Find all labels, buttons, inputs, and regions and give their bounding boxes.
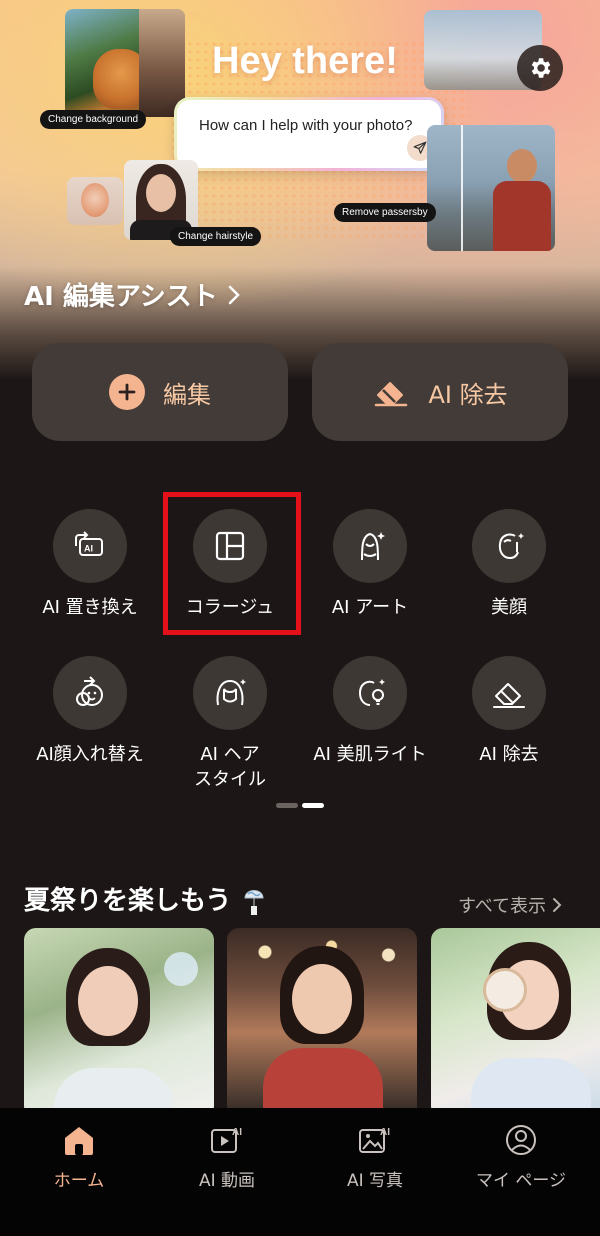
tool-label: AI 置き換え — [42, 597, 138, 618]
home-icon — [65, 1127, 93, 1155]
tool-label-line1: AI ヘア — [200, 744, 260, 765]
nav-label: ホーム — [53, 1171, 105, 1191]
section-title: 夏祭りを楽しもう — [24, 886, 232, 916]
ai-art-icon — [361, 532, 385, 561]
assist-link[interactable]: AI 編集アシスト — [24, 276, 242, 313]
ai-photo-icon: AI — [359, 1127, 390, 1153]
tool-face-swap[interactable]: AI顔入れ替え — [20, 656, 160, 767]
nav-label: AI 写真 — [346, 1171, 404, 1191]
cat-photo — [65, 9, 185, 117]
tool-label: AI 除去 — [479, 744, 539, 765]
prompt-placeholder: How can I help with your photo? — [199, 117, 413, 134]
pager-dot-2-active[interactable] — [302, 803, 324, 808]
skin-light-icon — [358, 679, 385, 706]
summer-festival-card[interactable] — [24, 928, 214, 1118]
hero-title: Hey there! — [212, 40, 398, 82]
tool-ai-remove[interactable]: AI 除去 — [439, 656, 579, 767]
nav-label: AI 動画 — [198, 1171, 256, 1191]
chevron-right-icon — [553, 898, 562, 912]
nav-ai-photo[interactable]: AI AI 写真 — [300, 1118, 450, 1191]
tag-change-hairstyle: Change hairstyle — [170, 227, 262, 246]
gear-icon — [531, 58, 551, 78]
svg-text:AI: AI — [84, 544, 93, 554]
see-all-link[interactable]: すべて表示 — [458, 892, 562, 918]
tag-change-background: Change background — [40, 110, 147, 129]
tool-label: AI ヘア スタイル — [160, 742, 300, 792]
ai-replace-icon: AI — [75, 531, 103, 556]
hero-banner[interactable]: Hey there! Change background How can I h… — [0, 0, 600, 380]
portrait-face — [81, 183, 109, 217]
selfie-person — [493, 149, 551, 251]
tool-ai-replace[interactable]: AI AI 置き換え — [20, 509, 160, 620]
tool-hairstyle[interactable]: AI ヘア スタイル — [160, 656, 300, 792]
plus-icon — [109, 374, 145, 410]
nav-my-page[interactable]: マイ ページ — [446, 1118, 596, 1191]
edit-label: 編集 — [163, 380, 211, 409]
portrait-face — [146, 174, 176, 212]
face-swap-icon — [76, 676, 103, 706]
settings-button[interactable] — [517, 45, 563, 91]
portrait-before — [67, 177, 123, 225]
tool-beauty[interactable]: 美顔 — [439, 509, 579, 620]
tool-label: AI顔入れ替え — [36, 744, 144, 765]
see-all-label: すべて表示 — [458, 896, 547, 917]
selfie-photo — [427, 125, 555, 251]
prompt-box[interactable]: How can I help with your photo? — [174, 97, 444, 171]
wind-chime-icon — [244, 889, 264, 915]
tool-label: 美顔 — [491, 597, 527, 618]
chevron-right-icon — [228, 285, 240, 304]
assist-title: AI 編集アシスト — [24, 282, 218, 312]
tool-skin-light[interactable]: AI 美肌ライト — [300, 656, 440, 767]
summer-festival-card[interactable] — [227, 928, 417, 1118]
tool-label: AI アート — [331, 597, 409, 618]
svg-text:AI: AI — [232, 1127, 242, 1138]
compare-divider — [461, 125, 463, 251]
nav-ai-video[interactable]: AI AI 動画 — [152, 1118, 302, 1191]
face-beauty-icon — [498, 533, 524, 560]
section-header: 夏祭りを楽しもう — [24, 880, 269, 917]
nav-label: マイ ページ — [475, 1171, 567, 1191]
tools-pager[interactable] — [276, 803, 324, 808]
hairstyle-icon — [216, 679, 246, 706]
tool-label: AI 美肌ライト — [313, 744, 427, 765]
ai-remove-label: AI 除去 — [428, 380, 508, 409]
summer-festival-card[interactable] — [431, 928, 600, 1118]
ai-remove-button[interactable]: AI 除去 — [312, 343, 568, 441]
eraser-icon — [375, 382, 408, 407]
ai-video-icon: AI — [211, 1127, 242, 1153]
profile-icon — [506, 1125, 536, 1155]
tag-remove-passersby: Remove passersby — [334, 203, 436, 222]
eraser-icon — [493, 683, 525, 708]
pager-dot-1[interactable] — [276, 803, 298, 808]
nav-home[interactable]: ホーム — [4, 1118, 154, 1191]
edit-button[interactable]: 編集 — [32, 343, 288, 441]
svg-text:AI: AI — [380, 1127, 390, 1138]
send-icon — [413, 141, 427, 154]
tool-ai-art[interactable]: AI アート — [300, 509, 440, 620]
tool-label-line2: スタイル — [194, 769, 266, 790]
bottom-nav: ホーム AI AI 動画 AI AI 写真 マイ ページ — [0, 1108, 600, 1236]
collage-highlight-frame — [163, 492, 301, 635]
